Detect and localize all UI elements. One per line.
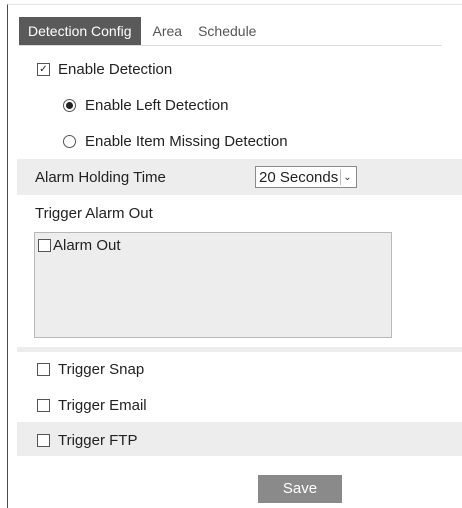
trigger-ftp-row[interactable]: Trigger FTP [37, 432, 137, 449]
trigger-snap-label: Trigger Snap [58, 361, 145, 378]
item-missing-detection-radio[interactable] [63, 135, 76, 148]
alarm-out-checkbox[interactable] [38, 239, 51, 252]
trigger-ftp-checkbox[interactable] [37, 434, 50, 447]
save-button[interactable]: Save [258, 475, 342, 503]
alarm-holding-time-value: 20 Seconds [259, 168, 339, 186]
trigger-ftp-label: Trigger FTP [58, 432, 138, 449]
trigger-email-row[interactable]: Trigger Email [37, 397, 147, 414]
radio-item-missing-detection[interactable]: Enable Item Missing Detection [63, 133, 288, 150]
tab-detection-config[interactable]: Detection Config [19, 17, 141, 46]
alarm-out-item[interactable]: Alarm Out [38, 237, 121, 254]
alarm-holding-time-select[interactable]: 20 Seconds ⌄ [255, 166, 357, 188]
tab-bar: Detection Config Area Schedule [19, 17, 264, 46]
tab-schedule[interactable]: Schedule [190, 17, 264, 46]
section-divider [17, 347, 462, 352]
enable-detection-row[interactable]: ✓ Enable Detection [37, 61, 172, 78]
trigger-email-label: Trigger Email [58, 397, 147, 414]
alarm-out-list: Alarm Out [34, 232, 392, 338]
enable-detection-label: Enable Detection [58, 61, 173, 78]
tab-area[interactable]: Area [145, 17, 191, 46]
trigger-alarm-out-label: Trigger Alarm Out [35, 205, 153, 222]
trigger-snap-checkbox[interactable] [37, 363, 50, 376]
alarm-holding-time-label: Alarm Holding Time [35, 169, 166, 186]
left-detection-radio[interactable] [63, 99, 76, 112]
trigger-snap-row[interactable]: Trigger Snap [37, 361, 144, 378]
item-missing-detection-label: Enable Item Missing Detection [85, 133, 288, 150]
left-detection-label: Enable Left Detection [85, 97, 229, 114]
alarm-out-label: Alarm Out [53, 237, 121, 254]
tab-divider [19, 45, 442, 46]
trigger-email-checkbox[interactable] [37, 399, 50, 412]
radio-left-detection[interactable]: Enable Left Detection [63, 97, 228, 114]
enable-detection-checkbox[interactable]: ✓ [37, 63, 50, 76]
chevron-down-icon[interactable]: ⌄ [340, 169, 354, 185]
